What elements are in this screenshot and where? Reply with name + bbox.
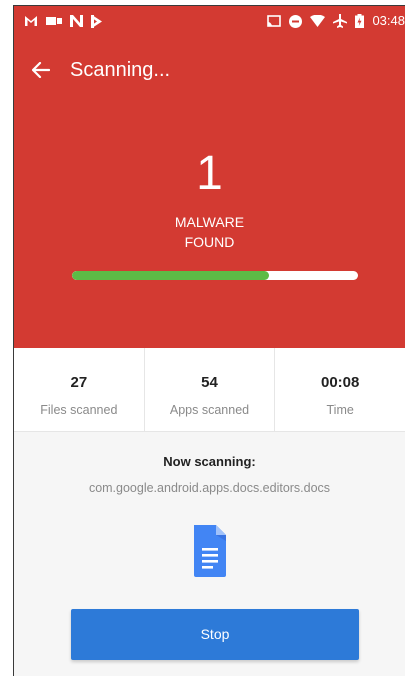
status-bar-right: 03:48 xyxy=(267,12,405,30)
apps-scanned-label: Apps scanned xyxy=(169,403,250,417)
now-scanning-label: Now scanning: xyxy=(163,454,256,469)
apps-scanned-value: 54 xyxy=(201,374,218,391)
download-icon xyxy=(91,14,102,28)
scan-progress-fill xyxy=(72,271,270,280)
screen-cast-icon xyxy=(267,15,282,27)
time-value: 00:08 xyxy=(320,374,360,391)
scanning-package-name: com.google.android.apps.docs.editors.doc… xyxy=(88,481,331,495)
files-scanned-label: Files scanned xyxy=(40,403,118,417)
page-title: Scanning... xyxy=(70,59,171,81)
scan-result-panel: 03:48 Scanning... 1 MALWARE FOUND xyxy=(14,6,405,348)
app-bar: Scanning... xyxy=(14,51,405,91)
time-label: Time xyxy=(326,403,354,417)
gmail-icon xyxy=(25,16,37,26)
stat-time: 00:08 Time xyxy=(275,348,405,431)
back-button[interactable] xyxy=(28,57,54,83)
status-bar: 03:48 xyxy=(14,6,405,36)
arrow-back-icon xyxy=(32,62,50,78)
now-scanning-panel: Now scanning: com.google.android.apps.do… xyxy=(14,431,405,676)
google-docs-icon xyxy=(194,525,226,577)
status-time: 03:48 xyxy=(372,13,405,28)
scan-stats: 27 Files scanned 54 Apps scanned 00:08 T… xyxy=(14,348,405,431)
notification-icon xyxy=(70,15,83,27)
stop-button[interactable]: Stop xyxy=(71,609,359,660)
cast-icon xyxy=(46,17,62,25)
wifi-icon xyxy=(310,15,326,27)
files-scanned-value: 27 xyxy=(70,374,88,391)
stat-apps-scanned: 54 Apps scanned xyxy=(145,348,276,431)
stat-files-scanned: 27 Files scanned xyxy=(14,348,145,431)
status-bar-left xyxy=(24,12,103,30)
malware-label-line1: MALWARE xyxy=(174,214,245,230)
malware-found-label: MALWARE FOUND xyxy=(14,212,405,252)
malware-count: 1 xyxy=(196,147,223,200)
scan-progress-bar xyxy=(72,271,358,280)
do-not-disturb-icon xyxy=(289,14,303,28)
malware-label-line2: FOUND xyxy=(184,234,235,250)
app-window: 03:48 Scanning... 1 MALWARE FOUND 27 Fil… xyxy=(13,5,405,676)
airplane-mode-icon xyxy=(333,14,348,28)
battery-icon xyxy=(355,14,365,28)
